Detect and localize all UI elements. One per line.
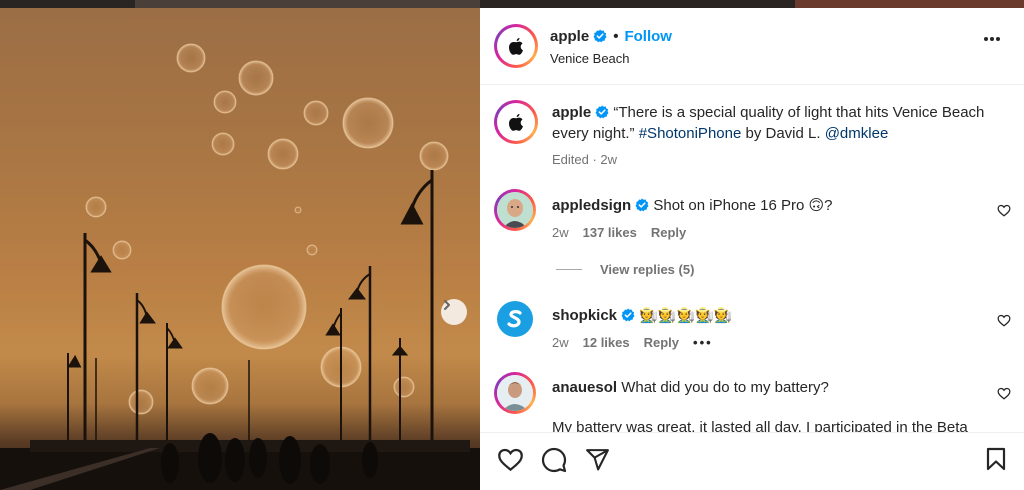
separator-dot: •: [613, 28, 619, 45]
caption-username[interactable]: apple: [552, 104, 591, 121]
heart-icon[interactable]: [997, 314, 1011, 327]
chevron-right-icon: [444, 300, 450, 310]
avatar-face-image: [497, 192, 533, 228]
post-location[interactable]: Venice Beach: [550, 51, 630, 66]
heart-icon[interactable]: [997, 204, 1011, 217]
verified-badge-icon: [593, 29, 607, 43]
photo-scene: [0, 43, 480, 490]
commenter-username[interactable]: appledsign: [552, 197, 631, 214]
verified-badge-icon: [621, 308, 635, 322]
comment-icon[interactable]: [541, 447, 567, 473]
caption-text: apple “There is a special quality of lig…: [552, 102, 1002, 170]
commenter-username[interactable]: anauesol: [552, 379, 617, 396]
caption-credit: by David L.: [745, 125, 821, 142]
comment-text: Shot on iPhone 16 Pro 🙃?: [653, 197, 833, 214]
commenter-username[interactable]: shopkick: [552, 307, 617, 324]
verified-badge-icon: [635, 198, 649, 212]
comment-likes[interactable]: 137 likes: [583, 225, 637, 240]
post-panel: apple • Follow Venice Beach apple “There i…: [480, 8, 1024, 490]
follow-button[interactable]: Follow: [624, 28, 672, 45]
commenter-avatar[interactable]: [494, 372, 536, 414]
author-username[interactable]: apple: [550, 28, 589, 45]
author-avatar[interactable]: [494, 24, 538, 68]
comment-text: 🧑‍🌾🧑‍🌾🧑‍🌾🧑‍🌾🧑‍🌾: [639, 307, 733, 324]
caption-hashtag[interactable]: #ShotoniPhone: [639, 125, 742, 142]
commenter-avatar[interactable]: [497, 301, 533, 337]
view-replies-button[interactable]: View replies (5): [556, 262, 694, 277]
view-replies-label: View replies (5): [600, 262, 695, 277]
reply-button[interactable]: Reply: [651, 225, 686, 240]
replies-divider: [556, 269, 582, 270]
comment-time[interactable]: 2w: [552, 225, 569, 240]
shopkick-logo-icon: [507, 310, 522, 328]
verified-badge-icon: [595, 105, 609, 119]
top-strip: [0, 0, 1024, 8]
caption-author-avatar[interactable]: [494, 100, 538, 144]
bookmark-icon[interactable]: [986, 447, 1006, 471]
next-photo-button[interactable]: [441, 299, 467, 325]
comment-options-icon[interactable]: •••: [693, 335, 713, 350]
caption-meta: Edited · 2w: [552, 152, 618, 167]
heart-icon[interactable]: [497, 447, 524, 472]
apple-logo-icon: [509, 114, 523, 131]
post-photo: [0, 8, 480, 490]
comment-likes[interactable]: 12 likes: [583, 335, 630, 350]
post-actions-bar: [480, 432, 1024, 490]
more-options-icon[interactable]: [983, 36, 1001, 42]
post-header: apple • Follow Venice Beach: [480, 8, 1024, 85]
share-icon[interactable]: [585, 447, 610, 472]
avatar-face-image: [497, 375, 533, 411]
commenter-avatar[interactable]: [494, 189, 536, 231]
apple-logo-icon: [509, 38, 523, 55]
heart-icon[interactable]: [997, 387, 1011, 400]
comment-time[interactable]: 2w: [552, 335, 569, 350]
caption-mention[interactable]: @dmklee: [825, 125, 889, 142]
reply-button[interactable]: Reply: [644, 335, 679, 350]
comment-text: What did you do to my battery?: [621, 379, 829, 396]
